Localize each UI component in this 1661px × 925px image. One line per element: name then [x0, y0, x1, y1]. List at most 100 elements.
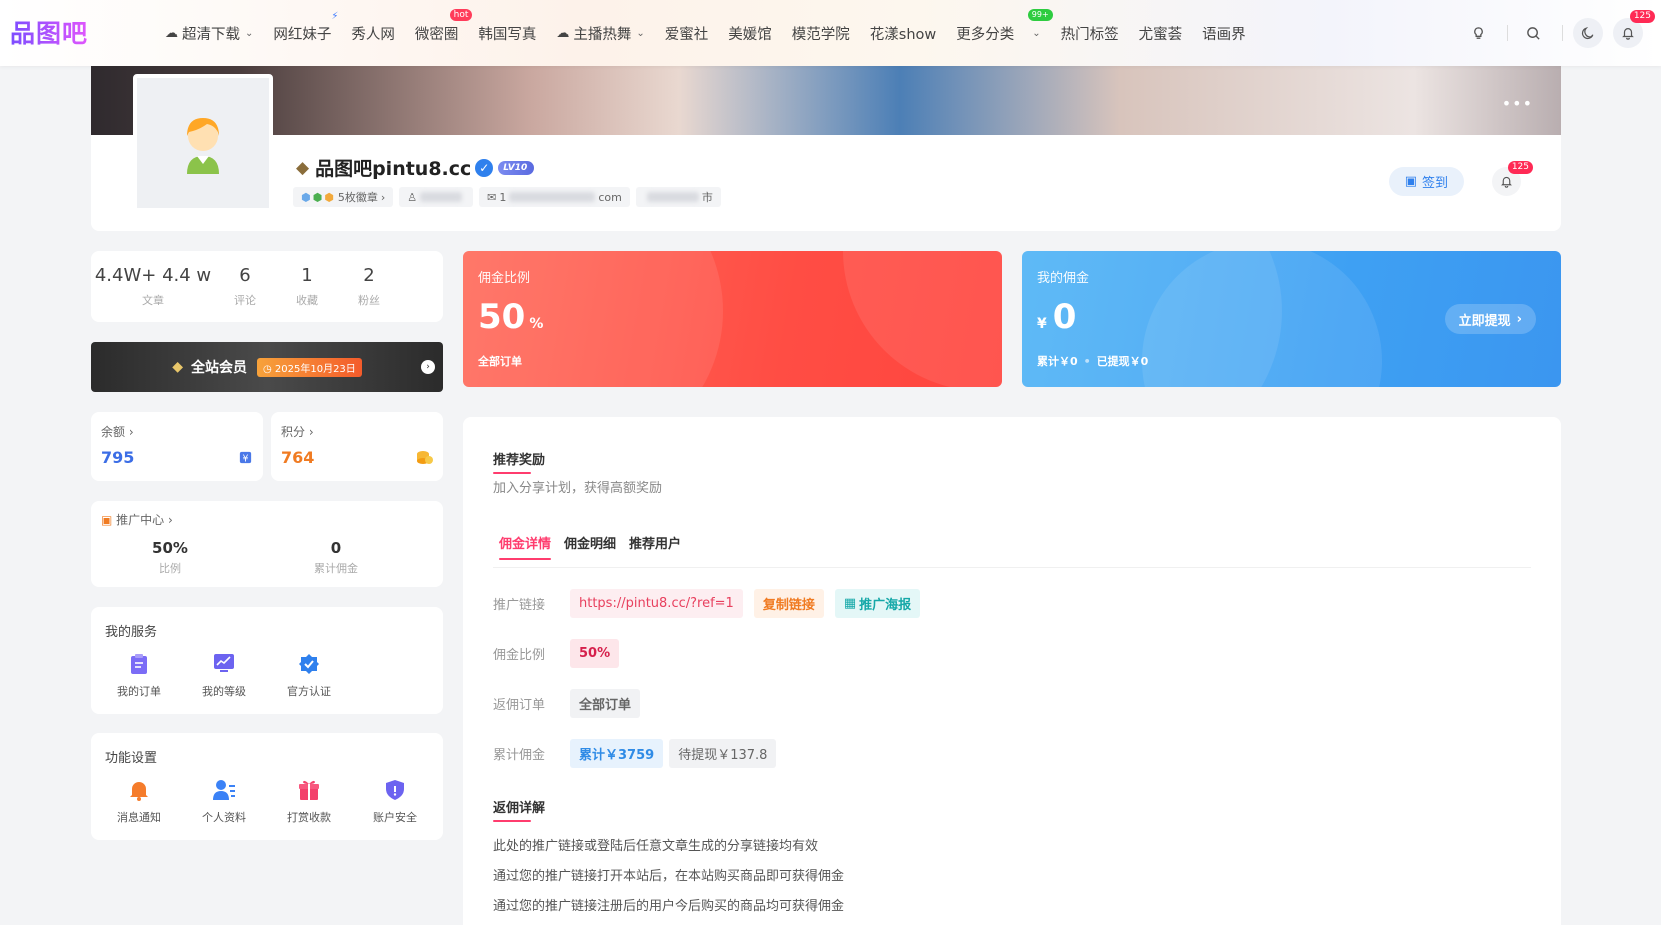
referral-link[interactable]: https://pintu8.cc/?ref=1	[570, 589, 743, 618]
medal-icon: ⬢	[312, 190, 323, 204]
setting-notifications[interactable]: 消息通知	[99, 779, 179, 825]
username-row: ◆ 品图吧pintu8.cc ✓ LV10	[296, 154, 535, 181]
service-verification[interactable]: 官方认证	[269, 653, 349, 699]
commission-withdrawn: 已提现￥0	[1096, 355, 1149, 368]
commission-total: 累计￥0	[1037, 355, 1078, 368]
service-my-level[interactable]: 我的等级	[184, 653, 264, 699]
orders-tag: 全部订单	[570, 689, 641, 718]
balance-card[interactable]: 余额 › 795 ¥	[91, 412, 263, 481]
vip-card[interactable]: ◆ 全站会员 ◷ 2025年10月23日 ›	[91, 342, 443, 392]
wallet-icon: ¥	[238, 450, 253, 469]
nav-item-influencer[interactable]: 网红妹子 ⚡	[273, 11, 338, 44]
promo-center-card[interactable]: ▣ 推广中心 › 50% 比例 0 累计佣金	[91, 501, 443, 587]
search-icon[interactable]	[1518, 18, 1548, 48]
detail-line: 此处的推广链接或登陆后任意文章生成的分享链接均有效	[493, 839, 819, 854]
avatar[interactable]	[133, 74, 273, 212]
poster-button[interactable]: ▦ 推广海报	[834, 589, 921, 618]
detail-line: 通过您的推广链接打开本站后，在本站购买商品即可获得佣金	[493, 869, 845, 884]
profile-banner: •••	[91, 66, 1561, 135]
nav-item-mofan[interactable]: 模范学院	[792, 23, 850, 44]
mail-icon: ✉	[487, 190, 497, 204]
chevron-down-icon: ⌄	[245, 27, 254, 39]
total-commission-tag: 累计￥3759	[570, 739, 664, 768]
tab-referred-users[interactable]: 推荐用户	[629, 533, 681, 552]
user-icon: ♙	[407, 190, 418, 204]
chevron-right-icon: ›	[380, 190, 386, 204]
referral-panel: 推荐奖励 加入分享计划，获得高额奖励 佣金详情 佣金明细 推荐用户 推广链接 h…	[463, 417, 1561, 925]
calendar-icon: ▣	[1404, 174, 1417, 189]
bell-icon	[99, 779, 179, 803]
vip-gem-icon: ◆	[172, 359, 183, 375]
stat-comments[interactable]: 6 评论	[215, 265, 275, 308]
nav-item-more[interactable]: 更多分类 99+ ⌄	[956, 8, 1053, 44]
nav-item-korean[interactable]: 韩国写真	[478, 23, 536, 44]
service-my-orders[interactable]: 我的订单	[99, 653, 179, 699]
promo-commission: 0 累计佣金	[314, 539, 358, 575]
copy-link-button[interactable]: 复制链接	[753, 589, 824, 618]
user-id-chip: ♙	[399, 187, 474, 207]
chevron-down-icon: ⌄	[636, 27, 645, 39]
stat-fans[interactable]: 2 粉丝	[339, 265, 399, 308]
decor-circle	[843, 251, 1002, 387]
lightbulb-icon[interactable]	[1463, 18, 1493, 48]
setting-profile[interactable]: 个人资料	[184, 779, 264, 825]
more-icon[interactable]: •••	[1502, 94, 1533, 113]
svg-text:¥: ¥	[243, 453, 249, 464]
points-card[interactable]: 积分 › 764	[271, 412, 443, 481]
section-title-detail: 返佣详解	[493, 797, 545, 822]
gift-icon	[269, 779, 349, 803]
my-commission-card: 我的佣金 ¥0 累计￥0 • 已提现￥0 立即提现 ›	[1022, 251, 1561, 387]
chevron-down-icon: ⌄	[1032, 27, 1041, 39]
stat-articles[interactable]: 4.4W+ 4.4 w 文章	[91, 265, 215, 308]
main-nav: ☁ 超清下载 ⌄ 网红妹子 ⚡ 秀人网 微密圈 hot 韩国写真 ☁ 主播热舞 ⌄ 爱蜜社 …	[165, 0, 1266, 66]
divider	[1562, 25, 1563, 41]
section-subtitle: 加入分享计划，获得高额奖励	[493, 481, 663, 496]
tab-commission-detail[interactable]: 佣金详情	[499, 533, 552, 560]
my-services-card: 我的服务 我的订单 我的等级 官方认证	[91, 607, 443, 714]
chevron-right-icon: ›	[421, 360, 435, 374]
setting-tipping[interactable]: 打赏收款	[269, 779, 349, 825]
site-logo[interactable]: 品图吧	[10, 14, 88, 50]
medal-icon: ⬢	[324, 190, 334, 204]
settings-card: 功能设置 消息通知 个人资料 打赏收款 账户安全	[91, 733, 443, 840]
header-actions: 125	[1453, 0, 1655, 66]
tab-commission-records[interactable]: 佣金明细	[564, 533, 616, 552]
medals-chip[interactable]: ⬢ ⬢ ⬢ 5枚徽章 ›	[293, 187, 394, 207]
nav-item-tags[interactable]: 热门标签	[1061, 23, 1119, 44]
nav-item-dance[interactable]: ☁ 主播热舞 ⌄	[556, 23, 644, 44]
sign-in-button[interactable]: ▣ 签到	[1388, 167, 1464, 196]
row-commission-rate: 佣金比例 50%	[493, 639, 630, 668]
profile-bell-button[interactable]: 125	[1492, 161, 1533, 196]
nav-item-download[interactable]: ☁ 超清下载 ⌄	[165, 23, 253, 44]
nav-item-huayang[interactable]: 花漾show	[870, 23, 936, 44]
blurred-text	[646, 192, 699, 202]
detail-line: 通过您的推广链接注册后的用户今后购买的商品均可获得佣金	[493, 899, 845, 914]
nav-item-weimiquan[interactable]: 微密圈 hot	[415, 8, 473, 44]
row-commission-orders: 返佣订单 全部订单	[493, 689, 651, 718]
promo-icon: ▣	[101, 513, 113, 527]
nav-item-xiuren[interactable]: 秀人网	[351, 23, 395, 44]
nav-item-aimishe[interactable]: 爱蜜社	[665, 23, 709, 44]
commission-rate-card: 佣金比例 50% 全部订单	[463, 251, 1002, 387]
chevron-right-icon: ›	[1516, 311, 1522, 327]
nav-item-youmihui[interactable]: 尤蜜荟	[1139, 23, 1183, 44]
username[interactable]: 品图吧pintu8.cc	[315, 154, 471, 181]
cloud-icon: ☁	[165, 25, 178, 41]
commission-rate-value: 50%	[478, 297, 544, 337]
pending-commission-tag: 待提现￥137.8	[669, 739, 777, 768]
setting-security[interactable]: 账户安全	[355, 779, 435, 825]
divider	[493, 567, 1531, 568]
withdraw-button[interactable]: 立即提现 ›	[1444, 304, 1536, 334]
bell-icon[interactable]: 125	[1613, 10, 1655, 48]
diamond-icon: ◆	[296, 157, 310, 178]
divider	[1507, 25, 1508, 41]
moon-icon[interactable]	[1573, 18, 1603, 48]
profile-card: ••• ◆ 品图吧pintu8.cc ✓ LV10 ⬢ ⬢ ⬢ 5枚徽章 › ♙ …	[91, 66, 1561, 231]
stats-card: 4.4W+ 4.4 w 文章 6 评论 1 收藏 2 粉丝	[91, 251, 443, 322]
nav-item-meiyuanguan[interactable]: 美媛馆	[728, 23, 772, 44]
nav-item-yuhuajie[interactable]: 语画界	[1202, 23, 1246, 44]
medal-icon: ⬢	[301, 190, 311, 204]
stat-favorites[interactable]: 1 收藏	[275, 265, 339, 308]
blurred-text	[420, 192, 463, 202]
coins-icon	[416, 450, 433, 469]
